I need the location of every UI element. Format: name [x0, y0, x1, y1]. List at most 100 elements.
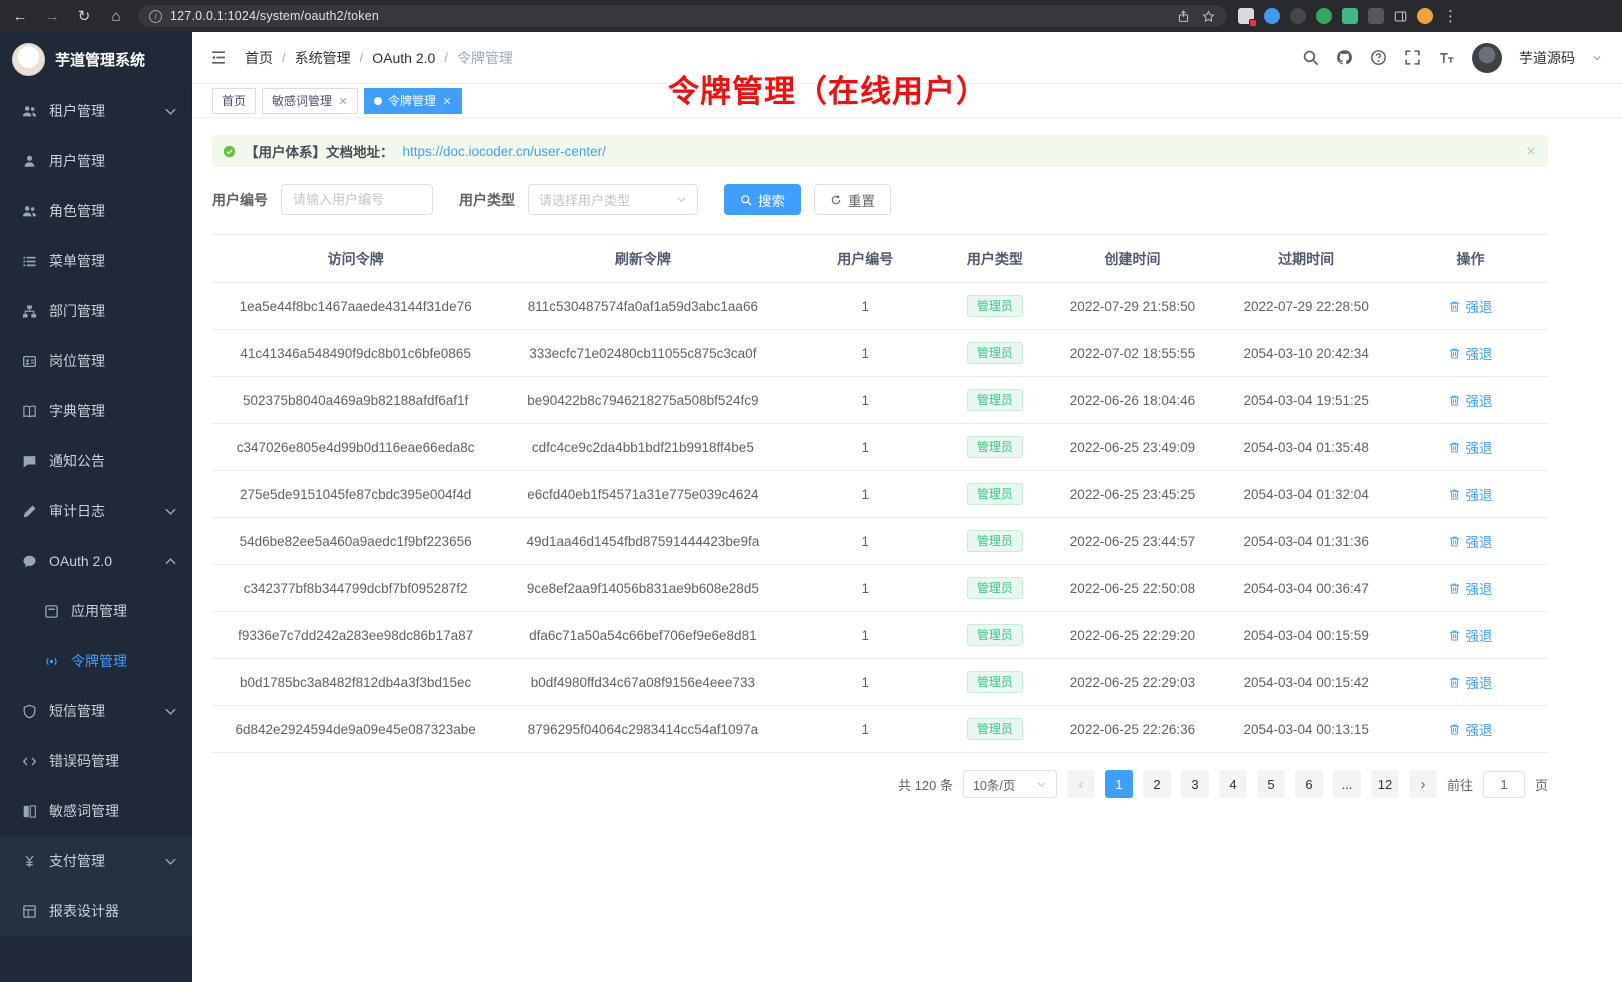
tab-token[interactable]: 令牌管理: [364, 88, 462, 114]
sidebar-fold-icon[interactable]: [210, 49, 227, 66]
user-type-select[interactable]: 请选择用户类型: [528, 184, 698, 215]
sidebar-item-notice[interactable]: 通知公告: [0, 436, 192, 486]
fullscreen-icon[interactable]: [1404, 49, 1421, 66]
browser-back-button[interactable]: ←: [10, 6, 30, 26]
alert-doc-link[interactable]: https://doc.iocoder.cn/user-center/: [403, 144, 606, 159]
breadcrumb-home[interactable]: 首页: [245, 48, 273, 68]
page-button-5[interactable]: 5: [1257, 770, 1285, 798]
sidebar-item-audit[interactable]: 审计日志: [0, 486, 192, 536]
force-logout-button[interactable]: 强退: [1448, 437, 1492, 457]
page-button-2[interactable]: 2: [1143, 770, 1171, 798]
sidebar-item-label: 角色管理: [49, 201, 105, 221]
sidebar-item-role[interactable]: 角色管理: [0, 186, 192, 236]
more-pages-button[interactable]: ...: [1333, 770, 1361, 798]
user-type-badge: 管理员: [967, 624, 1023, 646]
sidebar-item-report-designer[interactable]: 报表设计器: [0, 886, 192, 936]
cell-user-id: 1: [786, 424, 944, 471]
sidebar-item-oauth[interactable]: OAuth 2.0: [0, 536, 192, 586]
force-logout-button[interactable]: 强退: [1448, 531, 1492, 551]
sidebar-item-errorcode[interactable]: 错误码管理: [0, 736, 192, 786]
force-logout-label: 强退: [1465, 531, 1492, 551]
col-refresh-token: 刷新令牌: [499, 235, 786, 283]
extension-green-icon[interactable]: [1316, 8, 1332, 24]
bookmark-star-icon[interactable]: [1202, 10, 1215, 23]
trash-icon: [1448, 629, 1461, 642]
search-icon[interactable]: [1302, 49, 1319, 66]
reset-button[interactable]: 重置: [814, 184, 891, 215]
force-logout-button[interactable]: 强退: [1448, 390, 1492, 410]
breadcrumb-system[interactable]: 系统管理: [295, 48, 351, 68]
sidebar-item-oauth-app[interactable]: 应用管理: [0, 586, 192, 636]
sidebar-item-label: 租户管理: [49, 101, 105, 121]
force-logout-button[interactable]: 强退: [1448, 343, 1492, 363]
help-icon[interactable]: [1370, 49, 1387, 66]
page-button-1[interactable]: 1: [1105, 770, 1133, 798]
browser-menu-icon[interactable]: ⋮: [1443, 7, 1458, 25]
sidebar-item-post[interactable]: 岗位管理: [0, 336, 192, 386]
pagination: 共 120 条 10条/页 ‹ 1 2 3 4 5 6 ... 12: [212, 770, 1548, 818]
next-page-button[interactable]: ›: [1409, 770, 1437, 798]
user-id-input[interactable]: [281, 184, 433, 215]
page-size-select[interactable]: 10条/页: [963, 770, 1057, 798]
sidebar-item-menu[interactable]: 菜单管理: [0, 236, 192, 286]
side-panel-icon[interactable]: [1394, 10, 1407, 23]
chevron-down-icon[interactable]: [1592, 53, 1602, 63]
user-type-badge: 管理员: [967, 718, 1023, 740]
sidebar-item-user[interactable]: 用户管理: [0, 136, 192, 186]
user-avatar[interactable]: [1472, 43, 1502, 73]
force-logout-button[interactable]: 强退: [1448, 484, 1492, 504]
page-button-3[interactable]: 3: [1181, 770, 1209, 798]
page-button-4[interactable]: 4: [1219, 770, 1247, 798]
goto-page-input[interactable]: [1483, 771, 1525, 798]
sidebar-item-oauth-token[interactable]: 令牌管理: [0, 636, 192, 686]
users-icon: [22, 104, 37, 119]
browser-profile-avatar[interactable]: [1417, 8, 1433, 24]
cell-access-token: 6d842e2924594de9a09e45e087323abe: [212, 706, 499, 753]
force-logout-button[interactable]: 强退: [1448, 719, 1492, 739]
force-logout-button[interactable]: 强退: [1448, 578, 1492, 598]
force-logout-button[interactable]: 强退: [1448, 296, 1492, 316]
close-icon[interactable]: [338, 96, 348, 106]
browser-home-button[interactable]: ⌂: [106, 6, 126, 26]
share-icon[interactable]: [1177, 10, 1190, 23]
tab-home[interactable]: 首页: [212, 88, 256, 114]
extension-dark-icon[interactable]: [1290, 8, 1306, 24]
browser-reload-button[interactable]: ↻: [74, 6, 94, 26]
close-icon[interactable]: [442, 96, 452, 106]
sidebar-menu: 租户管理 用户管理 角色管理 菜单管理 部门管理: [0, 86, 192, 936]
github-icon[interactable]: [1336, 49, 1353, 66]
extension-badged-icon[interactable]: [1238, 8, 1254, 24]
page-button-12[interactable]: 12: [1371, 770, 1399, 798]
sidebar-item-tenant[interactable]: 租户管理: [0, 86, 192, 136]
cell-user-id: 1: [786, 330, 944, 377]
extensions-puzzle-icon[interactable]: [1368, 8, 1384, 24]
address-bar[interactable]: i 127.0.0.1:1024/system/oauth2/token: [138, 5, 1226, 27]
force-logout-button[interactable]: 强退: [1448, 625, 1492, 645]
sidebar-item-sms[interactable]: 短信管理: [0, 686, 192, 736]
sidebar-item-sensitive-word[interactable]: 敏感词管理: [0, 786, 192, 836]
search-button-label: 搜索: [758, 190, 785, 210]
vue-devtools-icon[interactable]: [1342, 8, 1358, 24]
extension-blue-icon[interactable]: [1264, 8, 1280, 24]
table-row: f9336e7c7dd242a283ee98dc86b17a87 dfa6c71…: [212, 612, 1548, 659]
force-logout-button[interactable]: 强退: [1448, 672, 1492, 692]
app-logo[interactable]: 芋道管理系统: [0, 32, 192, 86]
page-button-6[interactable]: 6: [1295, 770, 1323, 798]
user-type-label: 用户类型: [459, 190, 515, 210]
username[interactable]: 芋道源码: [1519, 48, 1575, 68]
book-icon: [22, 404, 37, 419]
breadcrumb-separator: /: [444, 50, 448, 65]
refresh-icon: [830, 194, 842, 206]
alert-close-icon[interactable]: [1525, 145, 1537, 157]
sidebar-item-payment[interactable]: 支付管理: [0, 836, 192, 886]
columns-icon: [22, 804, 37, 819]
sidebar-item-dept[interactable]: 部门管理: [0, 286, 192, 336]
breadcrumb-oauth[interactable]: OAuth 2.0: [372, 50, 435, 66]
browser-forward-button[interactable]: →: [42, 6, 62, 26]
search-button[interactable]: 搜索: [724, 184, 801, 215]
tab-sensitive-word[interactable]: 敏感词管理: [262, 88, 358, 114]
sidebar-item-dict[interactable]: 字典管理: [0, 386, 192, 436]
prev-page-button[interactable]: ‹: [1067, 770, 1095, 798]
site-info-icon[interactable]: i: [149, 10, 162, 23]
font-size-icon[interactable]: [1438, 49, 1455, 66]
